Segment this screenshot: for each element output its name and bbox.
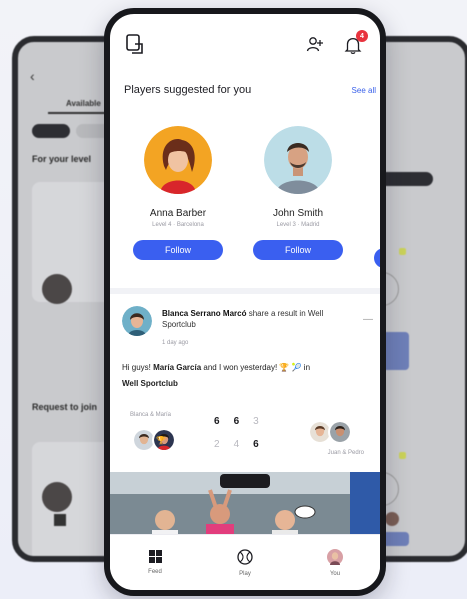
ball-icon xyxy=(237,548,253,565)
winners-label: Blanca & María xyxy=(130,412,172,418)
score-row-winners: 6 6 3 xyxy=(214,416,259,427)
suggested-players-header: Players suggested for you See all xyxy=(124,84,376,96)
notifications-button[interactable]: 4 xyxy=(342,30,368,58)
back-arrow-icon: ‹ xyxy=(30,68,35,84)
bottom-navigation: Feed Play You xyxy=(110,534,380,590)
player-avatar[interactable] xyxy=(144,126,212,194)
winning-team xyxy=(132,428,176,452)
add-user-icon[interactable] xyxy=(306,36,324,52)
player-name: John Smith xyxy=(272,208,324,219)
nav-feed-label: Feed xyxy=(148,569,162,575)
notification-badge: 4 xyxy=(356,30,368,42)
bg-avatar xyxy=(42,274,72,304)
nav-feed[interactable]: Feed xyxy=(125,550,185,575)
main-phone: 4 Players suggested for you See all Anna… xyxy=(104,8,386,596)
nav-profile-label: You xyxy=(329,570,341,577)
section-title: Players suggested for you xyxy=(124,84,252,96)
follow-button[interactable]: Follow xyxy=(133,240,223,260)
set-score: 3 xyxy=(253,416,259,427)
post-more-icon[interactable]: — xyxy=(363,314,374,325)
player-avatar[interactable] xyxy=(264,126,332,194)
see-all-link[interactable]: See all xyxy=(352,86,376,95)
player-subtitle: Level 3 · Madrid xyxy=(276,222,320,228)
bg-level-badge xyxy=(399,248,406,255)
player-card: John Smith Level 3 · Madrid Follow xyxy=(238,126,358,260)
trophy-icon: 🏆 xyxy=(156,436,166,445)
nav-play-label: Play xyxy=(239,570,251,577)
feed-icon xyxy=(148,550,162,563)
post-body-text: Hi guys! xyxy=(122,363,154,372)
set-score: 6 xyxy=(253,439,259,450)
bg-profile-avatar xyxy=(385,512,399,526)
set-score: 6 xyxy=(214,416,220,427)
mentioned-player[interactable]: María García xyxy=(153,363,201,372)
nav-profile[interactable]: You xyxy=(305,548,365,577)
opposing-team xyxy=(308,420,352,444)
set-score: 2 xyxy=(214,439,220,450)
post-body: Hi guys! María García and I won yesterda… xyxy=(122,360,374,392)
bg-section-title-level: For your level xyxy=(32,154,92,164)
opponents-label: Juan & Pedro xyxy=(327,450,364,456)
match-result[interactable]: Blanca & María 🏆 6 6 3 2 4 6 Juan & Pedr… xyxy=(122,412,378,470)
bg-level-badge xyxy=(399,452,406,459)
player-card: Anna Barber Level 4 · Barcelona Follow xyxy=(118,126,238,260)
set-score: 6 xyxy=(233,416,240,427)
app-logo-icon xyxy=(126,34,143,54)
post-summary: Blanca Serrano Marcó share a result in W… xyxy=(162,308,342,330)
bg-chip-dark xyxy=(32,124,70,138)
player-name: Anna Barber xyxy=(149,208,207,219)
follow-button[interactable]: Follow xyxy=(253,240,343,260)
player-subtitle: Level 4 · Barcelona xyxy=(152,222,204,228)
post-time: 1 day ago xyxy=(162,340,189,346)
top-bar: 4 xyxy=(110,14,380,64)
bg-tab-label: Available xyxy=(66,99,101,108)
scoreboard: 6 6 3 2 4 6 xyxy=(214,416,259,462)
bg-avatar xyxy=(42,482,72,512)
follow-button-partial[interactable] xyxy=(374,248,380,268)
post-author-avatar[interactable] xyxy=(122,306,152,336)
post-club[interactable]: Well Sportclub xyxy=(122,379,178,388)
post-body-text: and I won yesterday! 🏆 🎾 in xyxy=(201,363,311,372)
section-divider xyxy=(110,288,380,294)
profile-avatar-icon xyxy=(327,548,343,565)
bg-feed-icon xyxy=(54,514,66,526)
player-mini-avatar xyxy=(328,420,352,444)
bg-section-title-request: Request to join xyxy=(32,402,97,412)
score-row-opponents: 2 4 6 xyxy=(214,439,259,450)
nav-play[interactable]: Play xyxy=(215,548,275,577)
post-author[interactable]: Blanca Serrano Marcó xyxy=(162,309,246,318)
set-score: 4 xyxy=(233,439,240,450)
